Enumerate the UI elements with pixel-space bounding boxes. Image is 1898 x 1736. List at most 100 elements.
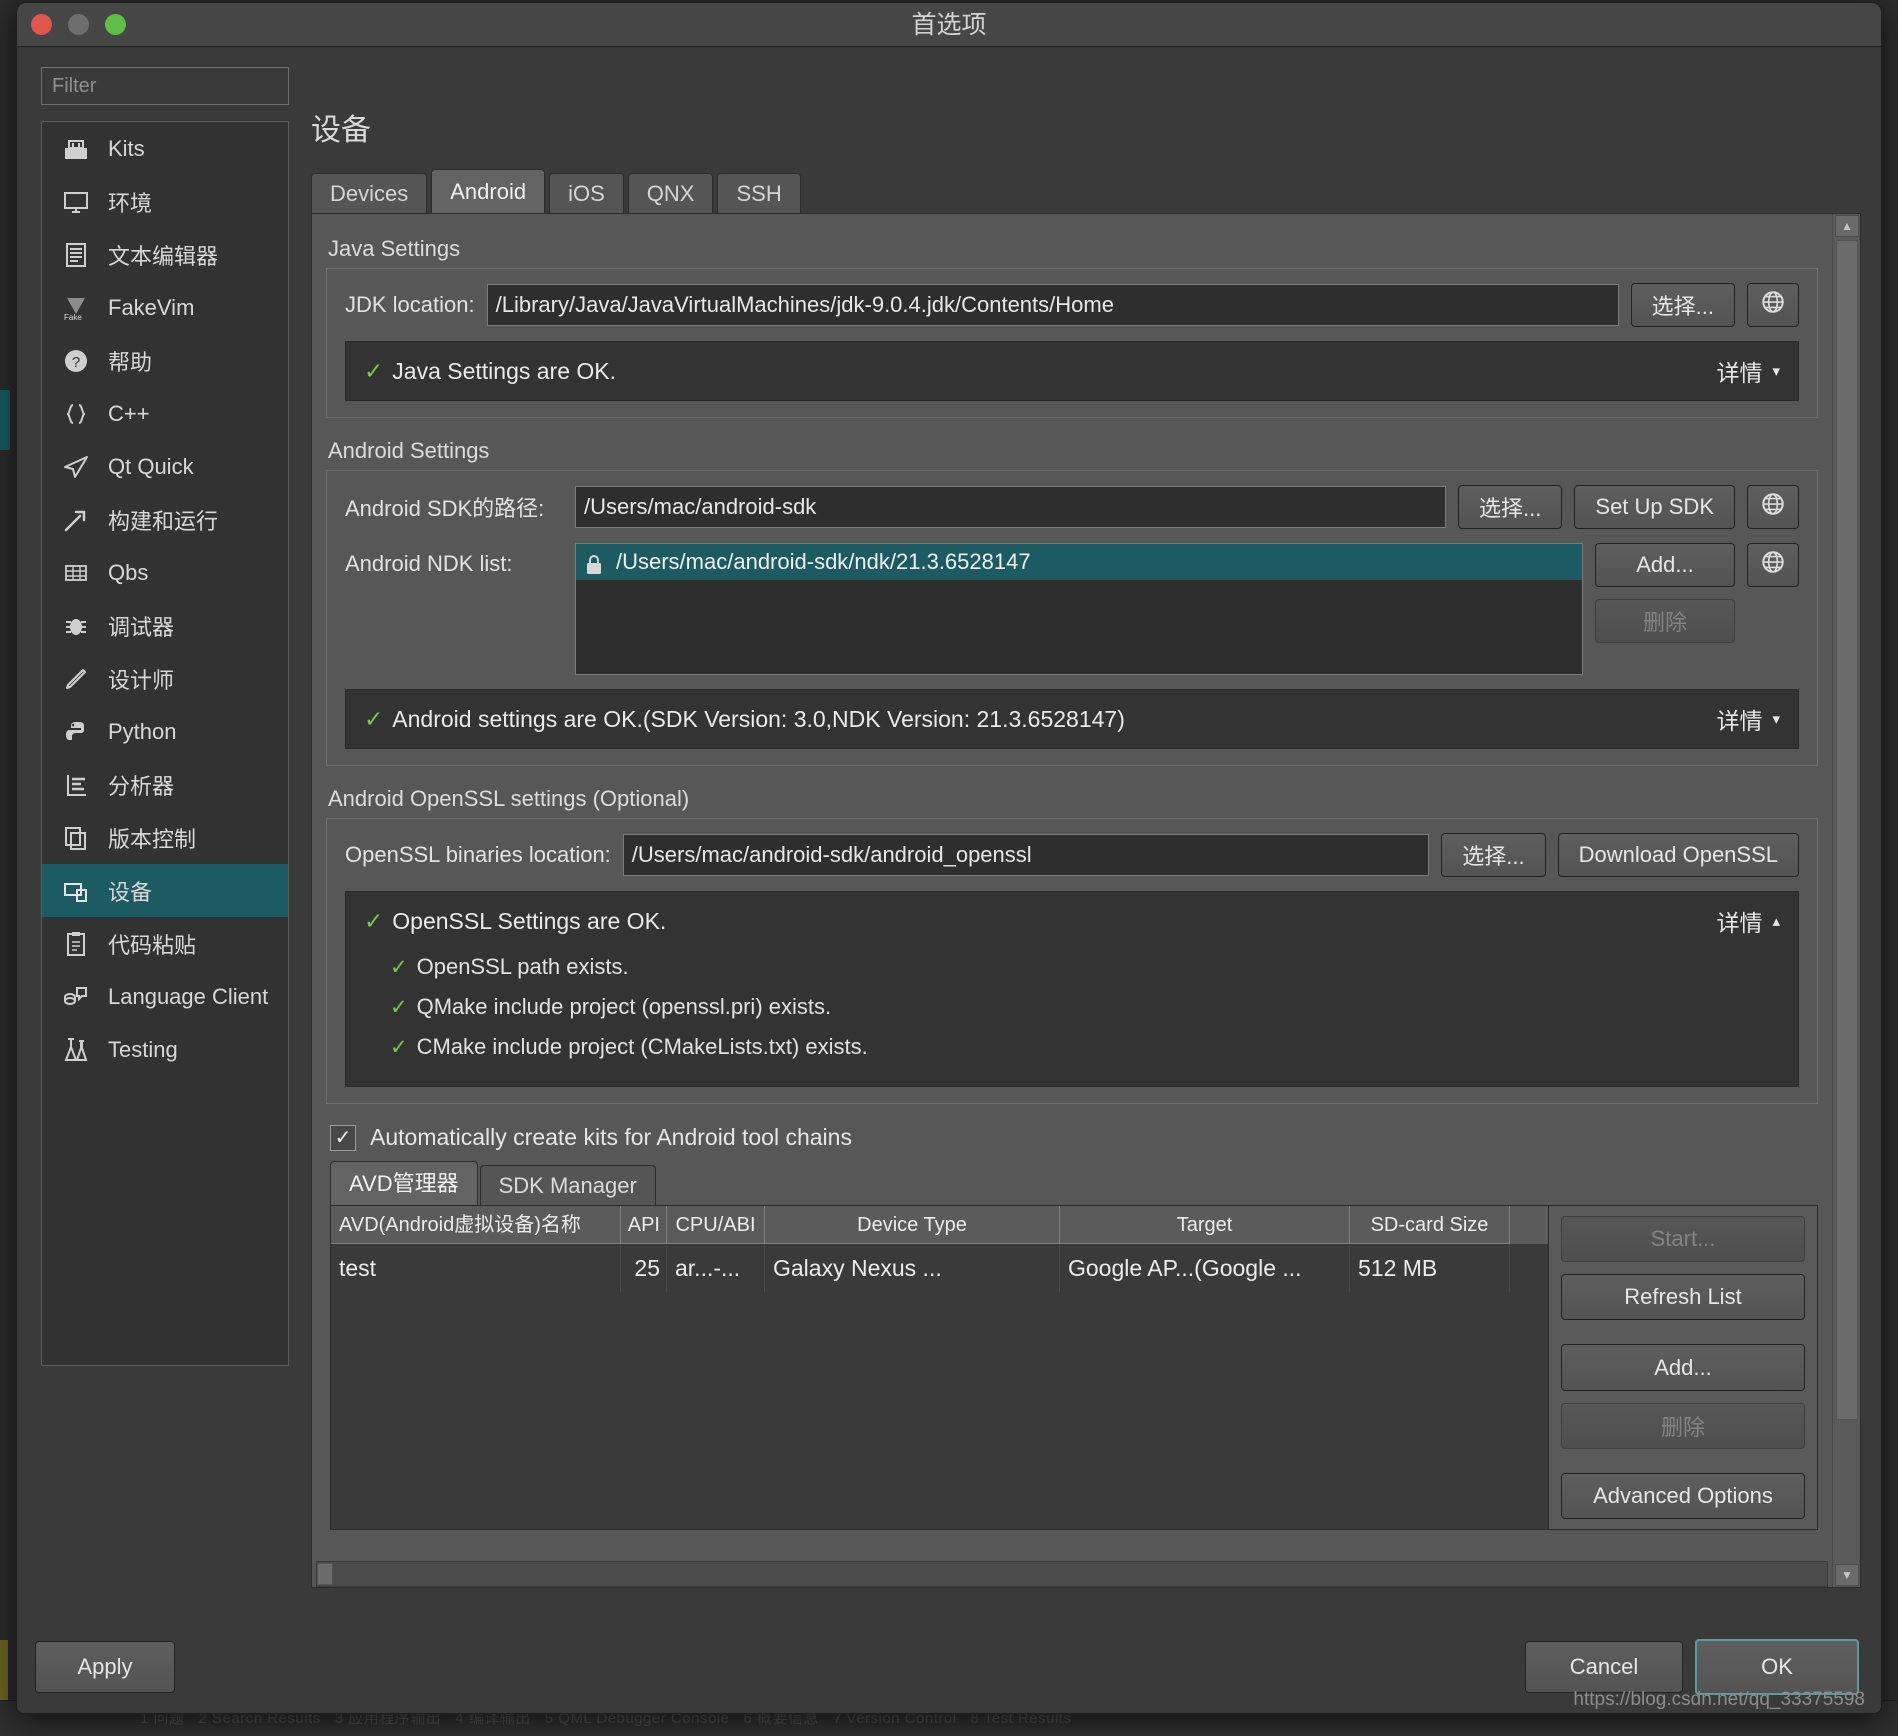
paper-plane-icon [60,451,92,483]
sidebar-item-label: FakeVim [108,294,195,320]
openssl-detail-text: CMake include project (CMakeLists.txt) e… [416,1034,868,1059]
sidebar-item-analyzer[interactable]: 分析器 [42,758,288,811]
auto-create-kits-checkbox[interactable]: ✓ [330,1124,356,1151]
scroll-down-arrow-icon[interactable]: ▼ [1835,1564,1859,1586]
sidebar-item-fakevim[interactable]: Fake FakeVim [42,281,288,334]
ndk-list-row: Android NDK list: /Users/mac/android-sdk… [345,543,1799,675]
openssl-detail-item: ✓ QMake include project (openssl.pri) ex… [390,994,1780,1020]
sidebar-item-code-paste[interactable]: 代码粘贴 [42,917,288,970]
sidebar-item-label: 帮助 [108,349,153,375]
jdk-globe-button[interactable] [1747,283,1799,327]
chevron-down-icon: ▾ [1772,711,1780,728]
android-tab-panel: Java Settings JDK location: /Library/Jav… [311,213,1861,1588]
sidebar-nav-list[interactable]: Kits 环境 文本编辑器 Fake FakeVim ? 帮助 C++ Qt Q… [41,121,289,1366]
cancel-button-footer[interactable]: Cancel [1525,1641,1683,1693]
java-settings-group: JDK location: /Library/Java/JavaVirtualM… [326,268,1818,418]
openssl-status-text: OpenSSL Settings are OK. [392,907,667,934]
sidebar-item-label: Testing [108,1036,178,1062]
avd-table[interactable]: AVD(Android虚拟设备)名称 API CPU/ABI Device Ty… [331,1206,1549,1529]
sidebar-item-label: Qt Quick [108,453,194,479]
avd-column-sd-card: SD-card Size [1350,1206,1510,1244]
sidebar-item-label: Qbs [108,559,149,585]
ndk-list-item[interactable]: /Users/mac/android-sdk/ndk/21.3.6528147 [576,544,1582,580]
ndk-globe-button[interactable] [1747,543,1799,587]
sdk-globe-button[interactable] [1747,485,1799,529]
openssl-location-row: OpenSSL binaries location: /Users/mac/an… [345,833,1799,877]
sidebar-item-version-control[interactable]: 版本控制 [42,811,288,864]
java-details-label: 详情 [1716,360,1763,386]
sidebar-item-text-editor[interactable]: 文本编辑器 [42,228,288,281]
help-icon: ? [60,345,92,377]
apply-button[interactable]: Apply [35,1641,175,1693]
android-details-toggle[interactable]: 详情 ▾ [1716,702,1780,736]
python-icon [60,716,92,748]
sidebar-item-cpp[interactable]: C++ [42,387,288,440]
tab-avd-manager[interactable]: AVD管理器 [330,1161,478,1205]
avd-add-button[interactable]: Add... [1561,1344,1805,1391]
scrollbar-thumb[interactable] [1836,240,1858,1420]
android-panel-hscrollbar[interactable] [316,1561,1828,1587]
tab-qnx[interactable]: QNX [627,173,714,213]
sidebar-item-label: 版本控制 [108,826,197,852]
ok-button[interactable]: OK [1695,1639,1859,1695]
lock-icon [584,551,604,574]
auto-create-kits-row[interactable]: ✓ Automatically create kits for Android … [330,1124,1818,1151]
avd-start-button[interactable]: Start... [1561,1216,1805,1263]
openssl-details-label: 详情 [1716,910,1763,936]
sidebar-item-kits[interactable]: Kits [42,122,288,175]
sidebar-item-python[interactable]: Python [42,705,288,758]
ndk-add-button[interactable]: Add... [1595,543,1735,587]
openssl-location-input[interactable]: /Users/mac/android-sdk/android_openssl [622,834,1430,876]
sidebar-item-qt-quick[interactable]: Qt Quick [42,440,288,493]
avd-subtabbar[interactable]: AVD管理器 SDK Manager [330,1161,1818,1205]
avd-column-device-type: Device Type [765,1206,1060,1244]
openssl-details-toggle[interactable]: 详情 ▴ [1716,904,1780,938]
jdk-location-input[interactable]: /Library/Java/JavaVirtualMachines/jdk-9.… [486,284,1619,326]
android-scroll-viewport: Java Settings JDK location: /Library/Jav… [312,214,1832,1587]
avd-cell-name: test [331,1244,621,1292]
sidebar-item-devices[interactable]: 设备 [42,864,288,917]
sidebar-item-designer[interactable]: 设计师 [42,652,288,705]
sidebar-item-build-run[interactable]: 构建和运行 [42,493,288,546]
monitor-icon [60,186,92,218]
sidebar-item-environment[interactable]: 环境 [42,175,288,228]
ndk-remove-button[interactable]: 删除 [1595,599,1735,643]
background-teal-mark [0,390,10,450]
sidebar-item-label: C++ [108,400,150,426]
android-panel-scrollbar[interactable]: ▲ ▼ [1832,214,1860,1587]
android-details-label: 详情 [1716,708,1763,734]
openssl-browse-button[interactable]: 选择... [1441,833,1546,877]
avd-advanced-options-button[interactable]: Advanced Options [1561,1472,1805,1520]
globe-icon [1760,289,1786,321]
java-details-toggle[interactable]: 详情 ▾ [1716,354,1780,388]
download-openssl-button[interactable]: Download OpenSSL [1557,833,1799,877]
sdk-browse-button[interactable]: 选择... [1458,485,1563,529]
tab-sdk-manager[interactable]: SDK Manager [479,1165,656,1205]
ndk-list[interactable]: /Users/mac/android-sdk/ndk/21.3.6528147 [575,543,1583,675]
sdk-location-input[interactable]: /Users/mac/android-sdk [575,486,1447,528]
avd-refresh-list-button[interactable]: Refresh List [1561,1274,1805,1321]
tab-ios[interactable]: iOS [549,173,624,213]
android-settings-label: Android Settings [328,438,490,463]
sidebar-item-qbs[interactable]: Qbs [42,546,288,599]
avd-manager-panel: AVD(Android虚拟设备)名称 API CPU/ABI Device Ty… [330,1205,1818,1530]
check-icon: ✓ [390,995,408,1019]
tab-ssh[interactable]: SSH [717,173,801,213]
tab-devices[interactable]: Devices [311,173,428,213]
sidebar-item-debugger[interactable]: 调试器 [42,599,288,652]
java-status-box: ✓ Java Settings are OK. 详情 ▾ [345,341,1799,401]
sidebar-item-help[interactable]: ? 帮助 [42,334,288,387]
avd-remove-button[interactable]: 删除 [1561,1402,1805,1449]
table-row[interactable]: test 25 ar...-... Galaxy Nexus ... Googl… [331,1244,1548,1292]
tab-android[interactable]: Android [431,169,546,213]
hscrollbar-thumb[interactable] [317,1563,333,1585]
sidebar-item-language-client[interactable]: Language Client [42,970,288,1023]
set-up-sdk-button[interactable]: Set Up SDK [1574,485,1735,529]
device-tabbar[interactable]: Devices Android iOS QNX SSH [307,169,1861,213]
avd-column-api: API [621,1206,667,1244]
page-title: 设备 [311,114,371,147]
jdk-browse-button[interactable]: 选择... [1630,283,1735,327]
scroll-up-arrow-icon[interactable]: ▲ [1835,215,1859,237]
filter-input[interactable] [41,67,289,105]
sidebar-item-testing[interactable]: Testing [42,1023,288,1076]
